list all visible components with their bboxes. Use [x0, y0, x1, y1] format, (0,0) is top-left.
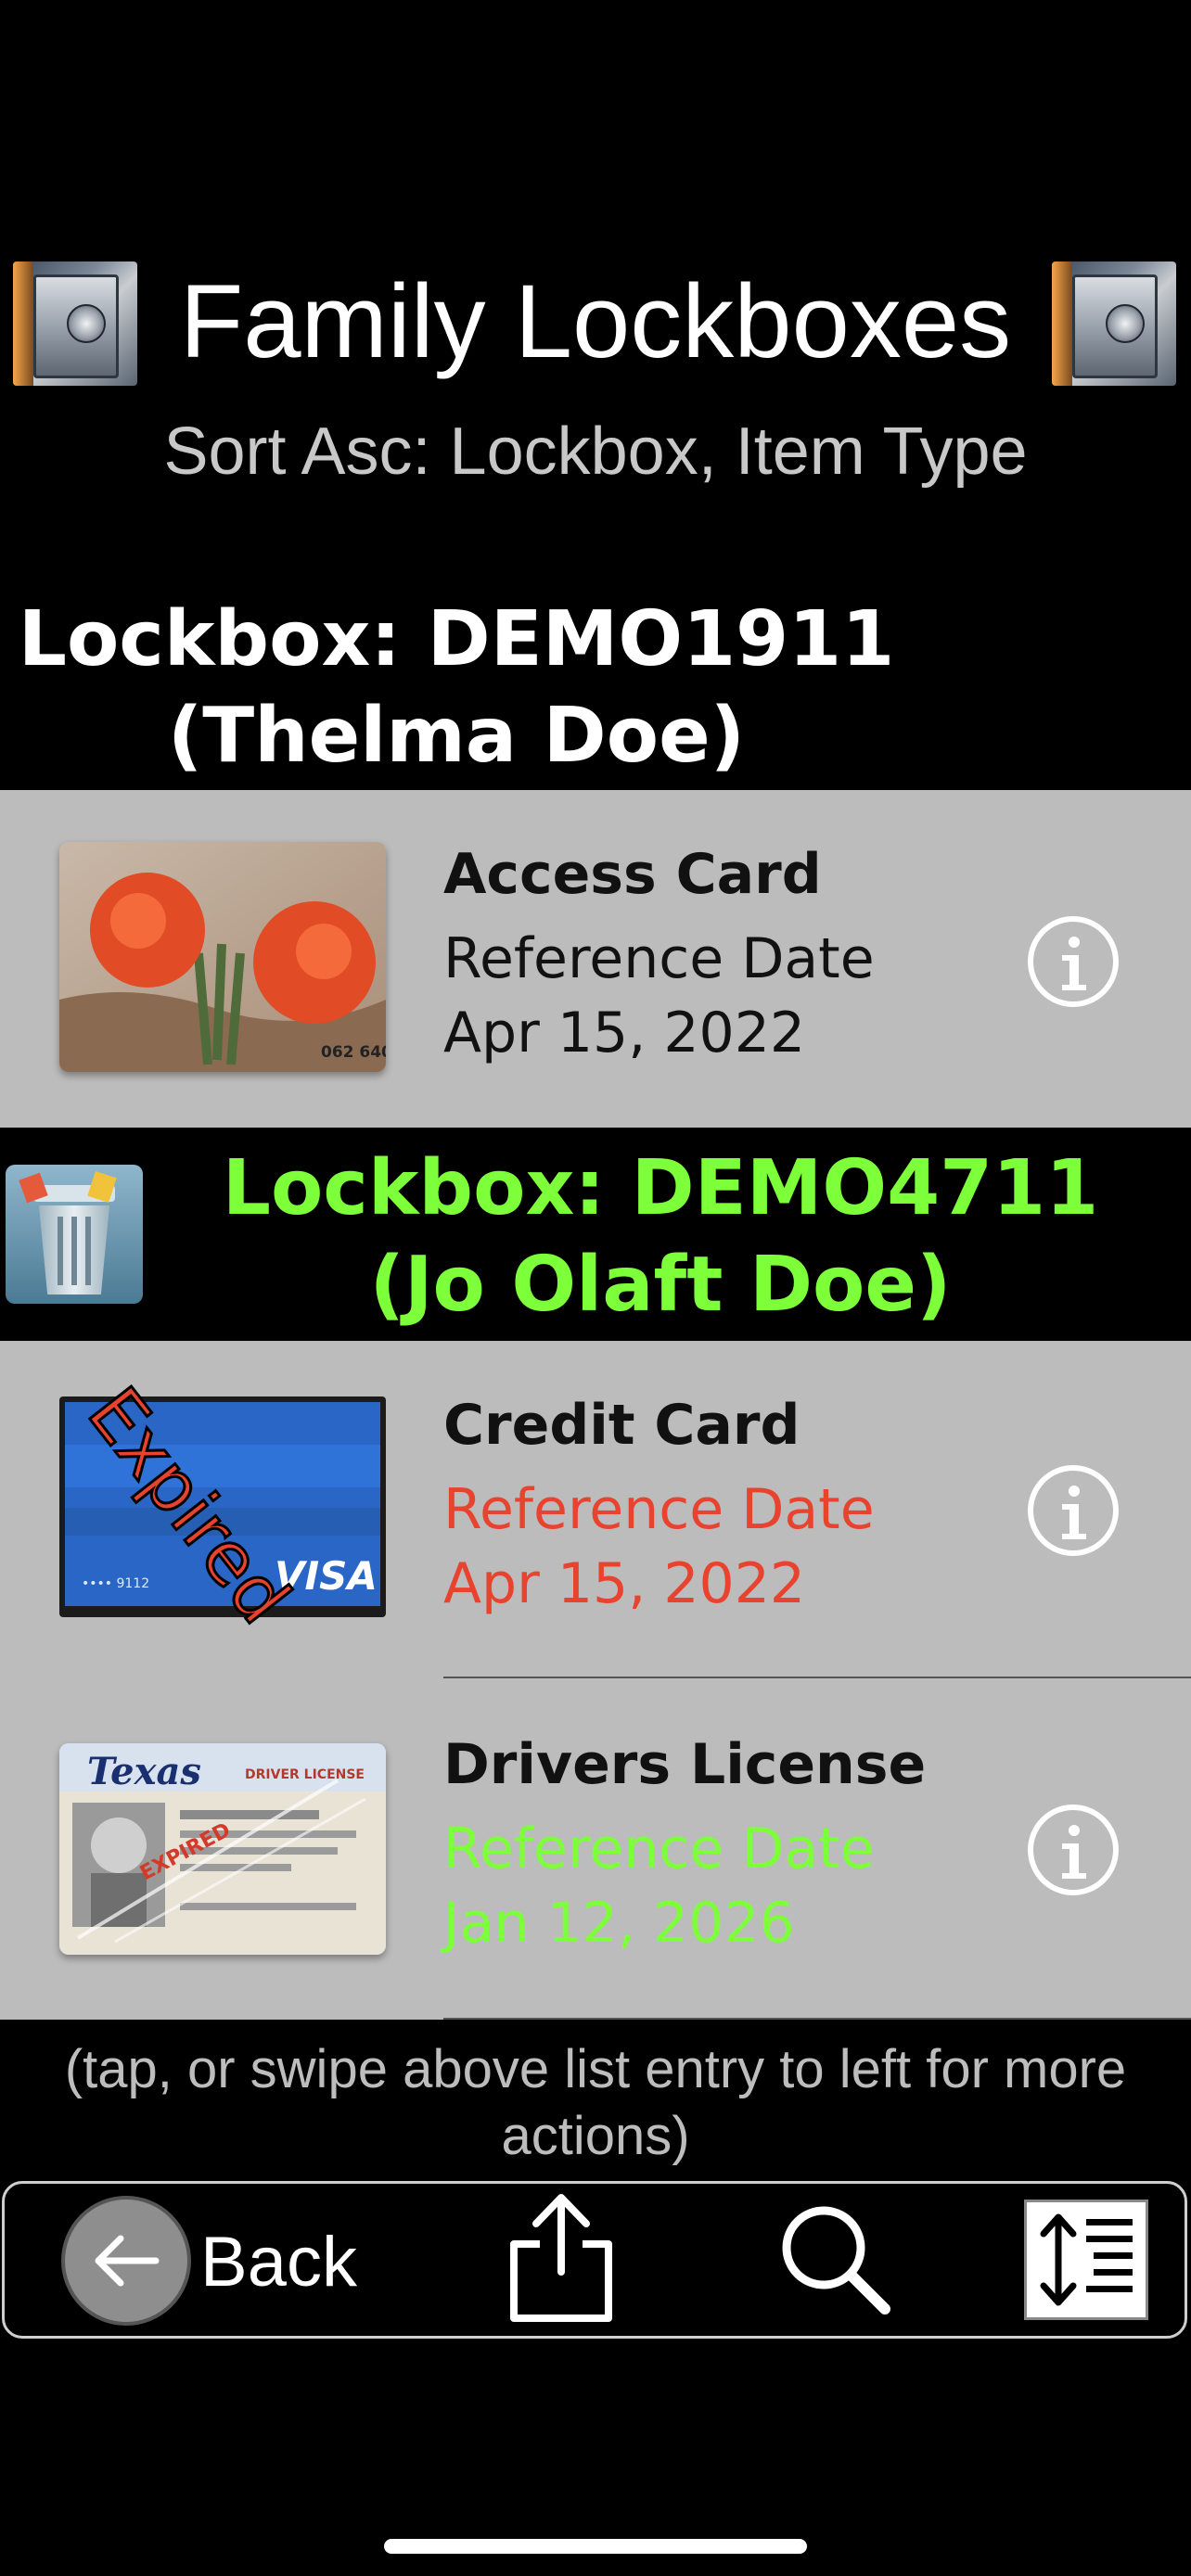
- lockbox-label: Lockbox: DEMO4711: [222, 1144, 1099, 1232]
- item-type: Access Card: [443, 842, 822, 907]
- reference-date-value: Jan 12, 2026: [443, 1891, 795, 1956]
- item-type: Drivers License: [443, 1732, 927, 1797]
- reference-date-value: Apr 15, 2022: [443, 1551, 806, 1616]
- item-type: Credit Card: [443, 1393, 800, 1458]
- row-divider: [443, 2018, 1191, 2020]
- lockbox-header-demo4711: Lockbox: DEMO4711 (Jo Olaft Doe): [65, 1141, 1191, 1333]
- sort-button[interactable]: [1024, 2200, 1148, 2320]
- card-digits: •••• 9112: [82, 1576, 149, 1591]
- lockbox-label: Lockbox: DEMO1911: [18, 595, 895, 683]
- back-button-label[interactable]: Back: [200, 2222, 357, 2302]
- sort-label[interactable]: Sort Asc: Lockbox, Item Type: [0, 414, 1191, 490]
- lockbox-owner: (Thelma Doe): [167, 692, 746, 780]
- sort-icon: [1040, 2213, 1133, 2306]
- list-item-access-card[interactable]: 062 640464 Access Card Reference Date Ap…: [0, 790, 1191, 1128]
- list-item-credit-card[interactable]: •••• 9112 VISA Expired Credit Card Refer…: [0, 1341, 1191, 1680]
- vault-icon-right: [1052, 261, 1176, 386]
- access-card-thumbnail: 062 640464: [59, 842, 386, 1072]
- home-indicator: [384, 2539, 807, 2554]
- swipe-hint: (tap, or swipe above list entry to left …: [64, 2039, 1127, 2166]
- drivers-license-thumbnail: Texas DRIVER LICENSE EXPIRED: [59, 1743, 386, 1955]
- license-title: DRIVER LICENSE: [245, 1767, 365, 1782]
- back-arrow-icon: [95, 2235, 160, 2287]
- lockbox-owner: (Jo Olaft Doe): [369, 1241, 952, 1329]
- reference-date-label: Reference Date: [443, 926, 875, 991]
- search-icon: [782, 2206, 890, 2315]
- info-icon[interactable]: [1028, 1804, 1119, 1895]
- share-button[interactable]: [501, 2187, 621, 2326]
- license-state: Texas: [87, 1750, 201, 1793]
- info-icon[interactable]: [1028, 1465, 1119, 1556]
- reference-date-label: Reference Date: [443, 1477, 875, 1542]
- info-icon[interactable]: [1028, 916, 1119, 1007]
- lockbox-header-demo1911: Lockbox: DEMO1911 (Thelma Doe): [0, 592, 1052, 784]
- search-button[interactable]: [770, 2194, 900, 2324]
- credit-card-thumbnail: •••• 9112 VISA Expired: [59, 1371, 386, 1640]
- access-card-number: 062 640464: [321, 1043, 386, 1062]
- row-divider: [443, 1677, 1191, 1678]
- reference-date-value: Apr 15, 2022: [443, 1001, 806, 1065]
- list-item-drivers-license[interactable]: Texas DRIVER LICENSE EXPIRED Drivers Lic…: [0, 1680, 1191, 2020]
- share-icon: [510, 2194, 612, 2322]
- reference-date-label: Reference Date: [443, 1817, 875, 1881]
- back-button[interactable]: [61, 2196, 191, 2326]
- page-title: Family Lockboxes: [179, 263, 1012, 379]
